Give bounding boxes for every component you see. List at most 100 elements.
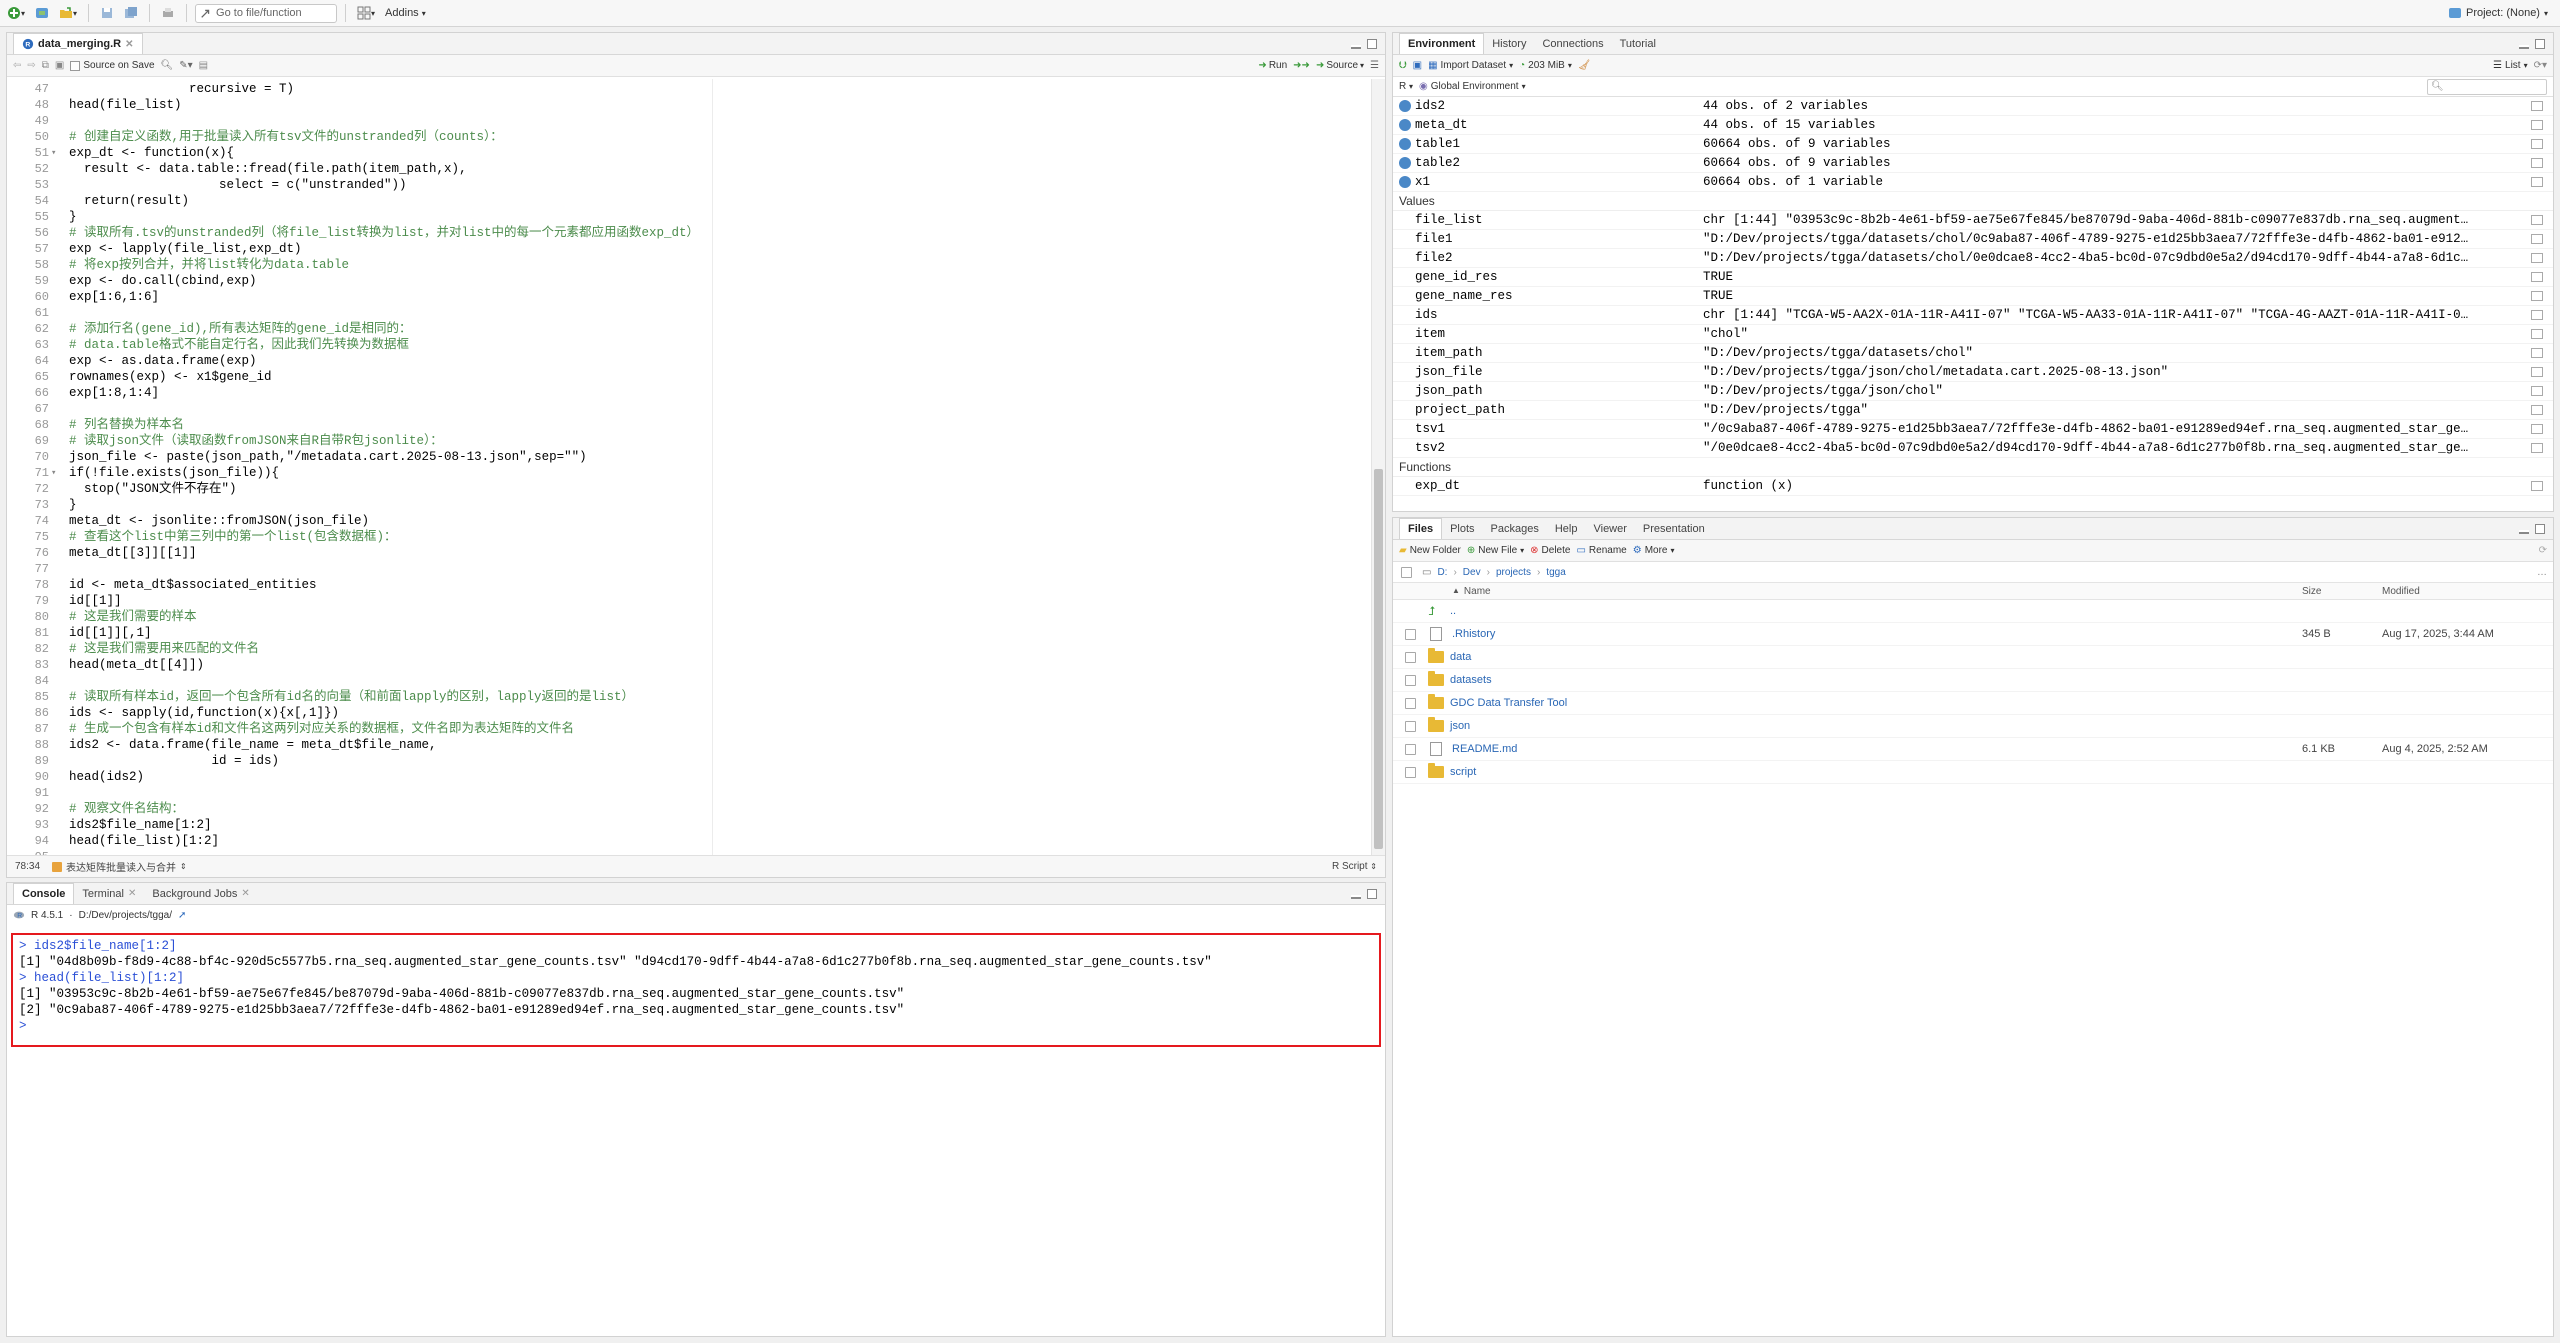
fold-marker[interactable] — [51, 705, 59, 721]
view-table-icon[interactable] — [2531, 272, 2543, 282]
file-checkbox[interactable] — [1405, 697, 1416, 709]
fold-marker[interactable]: ▾ — [51, 465, 59, 481]
new-folder-button[interactable]: ▰ New Folder — [1399, 545, 1461, 556]
fold-marker[interactable] — [51, 401, 59, 417]
file-row[interactable]: README.md 6.1 KB Aug 4, 2025, 2:52 AM — [1393, 738, 2553, 761]
fold-marker[interactable] — [51, 385, 59, 401]
view-table-icon[interactable] — [2531, 386, 2543, 396]
fold-marker[interactable] — [51, 273, 59, 289]
code-line[interactable]: 72 stop("JSON文件不存在") — [7, 481, 1369, 497]
code-line[interactable]: 66 exp[1:8,1:4] — [7, 385, 1369, 401]
fold-marker[interactable] — [51, 353, 59, 369]
view-table-icon[interactable] — [2531, 481, 2543, 491]
file-row[interactable]: .Rhistory 345 B Aug 17, 2025, 3:44 AM — [1393, 623, 2553, 646]
code-line[interactable]: 89 id = ids) — [7, 753, 1369, 769]
fold-marker[interactable] — [51, 721, 59, 737]
file-checkbox[interactable] — [1405, 720, 1416, 732]
code-line[interactable]: 62 # 添加行名(gene_id),所有表达矩阵的gene_id是相同的： — [7, 321, 1369, 337]
code-line[interactable]: 86 ids <- sapply(id,function(x){x[,1]}) — [7, 705, 1369, 721]
fold-marker[interactable] — [51, 561, 59, 577]
maximize-pane-button[interactable] — [1367, 39, 1377, 49]
file-name-link[interactable]: README.md — [1452, 743, 2302, 755]
view-table-icon[interactable] — [2531, 215, 2543, 225]
expand-data-icon[interactable] — [1399, 138, 1411, 150]
fold-marker[interactable] — [51, 129, 59, 145]
code-line[interactable]: 52 result <- data.table::fread(file.path… — [7, 161, 1369, 177]
environment-row[interactable]: json_file "D:/Dev/projects/tgga/json/chol… — [1393, 363, 2553, 382]
breadcrumb-dev[interactable]: Dev — [1463, 567, 1481, 578]
grid-layout-button[interactable]: ▾ — [354, 3, 378, 23]
environment-row[interactable]: ids chr [1:44] "TCGA-W5-AA2X-01A-11R-A41I… — [1393, 306, 2553, 325]
tab-data-merging[interactable]: R data_merging.R ✕ — [13, 33, 143, 54]
view-table-icon[interactable] — [2531, 424, 2543, 434]
fold-marker[interactable] — [51, 673, 59, 689]
search-icon[interactable]: 🔍︎ — [161, 60, 174, 71]
environment-row[interactable]: item "chol" — [1393, 325, 2553, 344]
fold-marker[interactable] — [51, 417, 59, 433]
fold-marker[interactable] — [51, 545, 59, 561]
file-name-link[interactable]: json — [1450, 720, 2300, 732]
code-line[interactable]: 83 head(meta_dt[[4]]) — [7, 657, 1369, 673]
breadcrumb-d[interactable]: D: — [1437, 567, 1447, 578]
code-line[interactable]: 80 # 这是我们需要的样本 — [7, 609, 1369, 625]
refresh-icon[interactable]: ⟳ — [2539, 545, 2547, 556]
view-table-icon[interactable] — [2531, 139, 2543, 149]
code-line[interactable]: 87 # 生成一个包含有样本id和文件名这两列对应关系的数据框，文件名即为表达矩阵… — [7, 721, 1369, 737]
code-line[interactable]: 76 meta_dt[[3]][[1]] — [7, 545, 1369, 561]
view-table-icon[interactable] — [2531, 405, 2543, 415]
minimize-pane-button[interactable] — [1351, 45, 1361, 49]
show-in-window-icon[interactable]: ⧉ — [42, 60, 49, 71]
maximize-pane-button[interactable] — [1367, 889, 1377, 899]
fold-marker[interactable] — [51, 689, 59, 705]
tab-tutorial[interactable]: Tutorial — [1612, 33, 1664, 54]
maximize-pane-button[interactable] — [2535, 524, 2545, 534]
parent-directory-link[interactable]: .. — [1450, 605, 1456, 617]
go-to-file-input[interactable]: Go to file/function — [195, 3, 338, 23]
tab-packages[interactable]: Packages — [1483, 518, 1547, 539]
code-line[interactable]: 68 # 列名替换为样本名 — [7, 417, 1369, 433]
code-line[interactable]: 56 # 读取所有.tsv的unstranded列（将file_list转换为li… — [7, 225, 1369, 241]
environment-search-input[interactable]: 🔍︎ — [2427, 78, 2547, 95]
environment-row[interactable]: gene_id_res TRUE — [1393, 268, 2553, 287]
fold-marker[interactable] — [51, 497, 59, 513]
go-to-dir-icon[interactable]: ➚ — [178, 910, 186, 921]
view-table-icon[interactable] — [2531, 101, 2543, 111]
fold-marker[interactable] — [51, 449, 59, 465]
scope-menu[interactable]: ◉ Global Environment ▾ — [1419, 81, 1526, 92]
code-line[interactable]: 92 # 观察文件名结构： — [7, 801, 1369, 817]
scrollbar-thumb[interactable] — [1374, 469, 1383, 849]
rename-button[interactable]: ▭ Rename — [1576, 545, 1626, 556]
code-line[interactable]: 82 # 这是我们需要用来匹配的文件名 — [7, 641, 1369, 657]
code-line[interactable]: 75 # 查看这个list中第三列中的第一个list(包含数据框)： — [7, 529, 1369, 545]
file-row[interactable]: json — [1393, 715, 2553, 738]
code-line[interactable]: 79 id[[1]] — [7, 593, 1369, 609]
clear-broom-icon[interactable]: 🧹︎ — [1578, 60, 1591, 71]
save-all-button[interactable] — [121, 3, 141, 23]
environment-row[interactable]: table2 60664 obs. of 9 variables — [1393, 154, 2553, 173]
code-line[interactable]: 50 # 创建自定义函数,用于批量读入所有tsv文件的unstranded列（co… — [7, 129, 1369, 145]
console-path[interactable]: D:/Dev/projects/tgga/ — [79, 910, 172, 921]
environment-row[interactable]: meta_dt 44 obs. of 15 variables — [1393, 116, 2553, 135]
expand-data-icon[interactable] — [1399, 157, 1411, 169]
code-line[interactable]: 58 # 将exp按列合并，并将list转化为data.table — [7, 257, 1369, 273]
code-line[interactable]: 48 head(file_list) — [7, 97, 1369, 113]
code-line[interactable]: 59 exp <- do.call(cbind,exp) — [7, 273, 1369, 289]
environment-row[interactable]: project_path "D:/Dev/projects/tgga" — [1393, 401, 2553, 420]
save-icon[interactable]: ▣ — [55, 60, 64, 71]
forward-arrow-icon[interactable]: ⇨ — [27, 60, 35, 71]
load-workspace-icon[interactable]: ⮋ — [1399, 60, 1407, 71]
environment-row[interactable]: exp_dt function (x) — [1393, 477, 2553, 496]
sort-modified-header[interactable]: Modified — [2382, 586, 2420, 597]
sort-size-header[interactable]: Size — [2302, 586, 2382, 597]
code-line[interactable]: 63 # data.table格式不能自定行名，因此我们先转换为数据框 — [7, 337, 1369, 353]
file-checkbox[interactable] — [1405, 651, 1416, 663]
fold-marker[interactable] — [51, 369, 59, 385]
code-line[interactable]: 69 # 读取json文件（读取函数fromJSON来自R自带R包jsonlite… — [7, 433, 1369, 449]
fold-marker[interactable] — [51, 753, 59, 769]
close-icon[interactable]: ✕ — [241, 888, 249, 899]
code-line[interactable]: 71 ▾ if(!file.exists(json_file)){ — [7, 465, 1369, 481]
code-line[interactable]: 84 — [7, 673, 1369, 689]
view-table-icon[interactable] — [2531, 348, 2543, 358]
save-button[interactable] — [97, 3, 117, 23]
fold-marker[interactable] — [51, 657, 59, 673]
